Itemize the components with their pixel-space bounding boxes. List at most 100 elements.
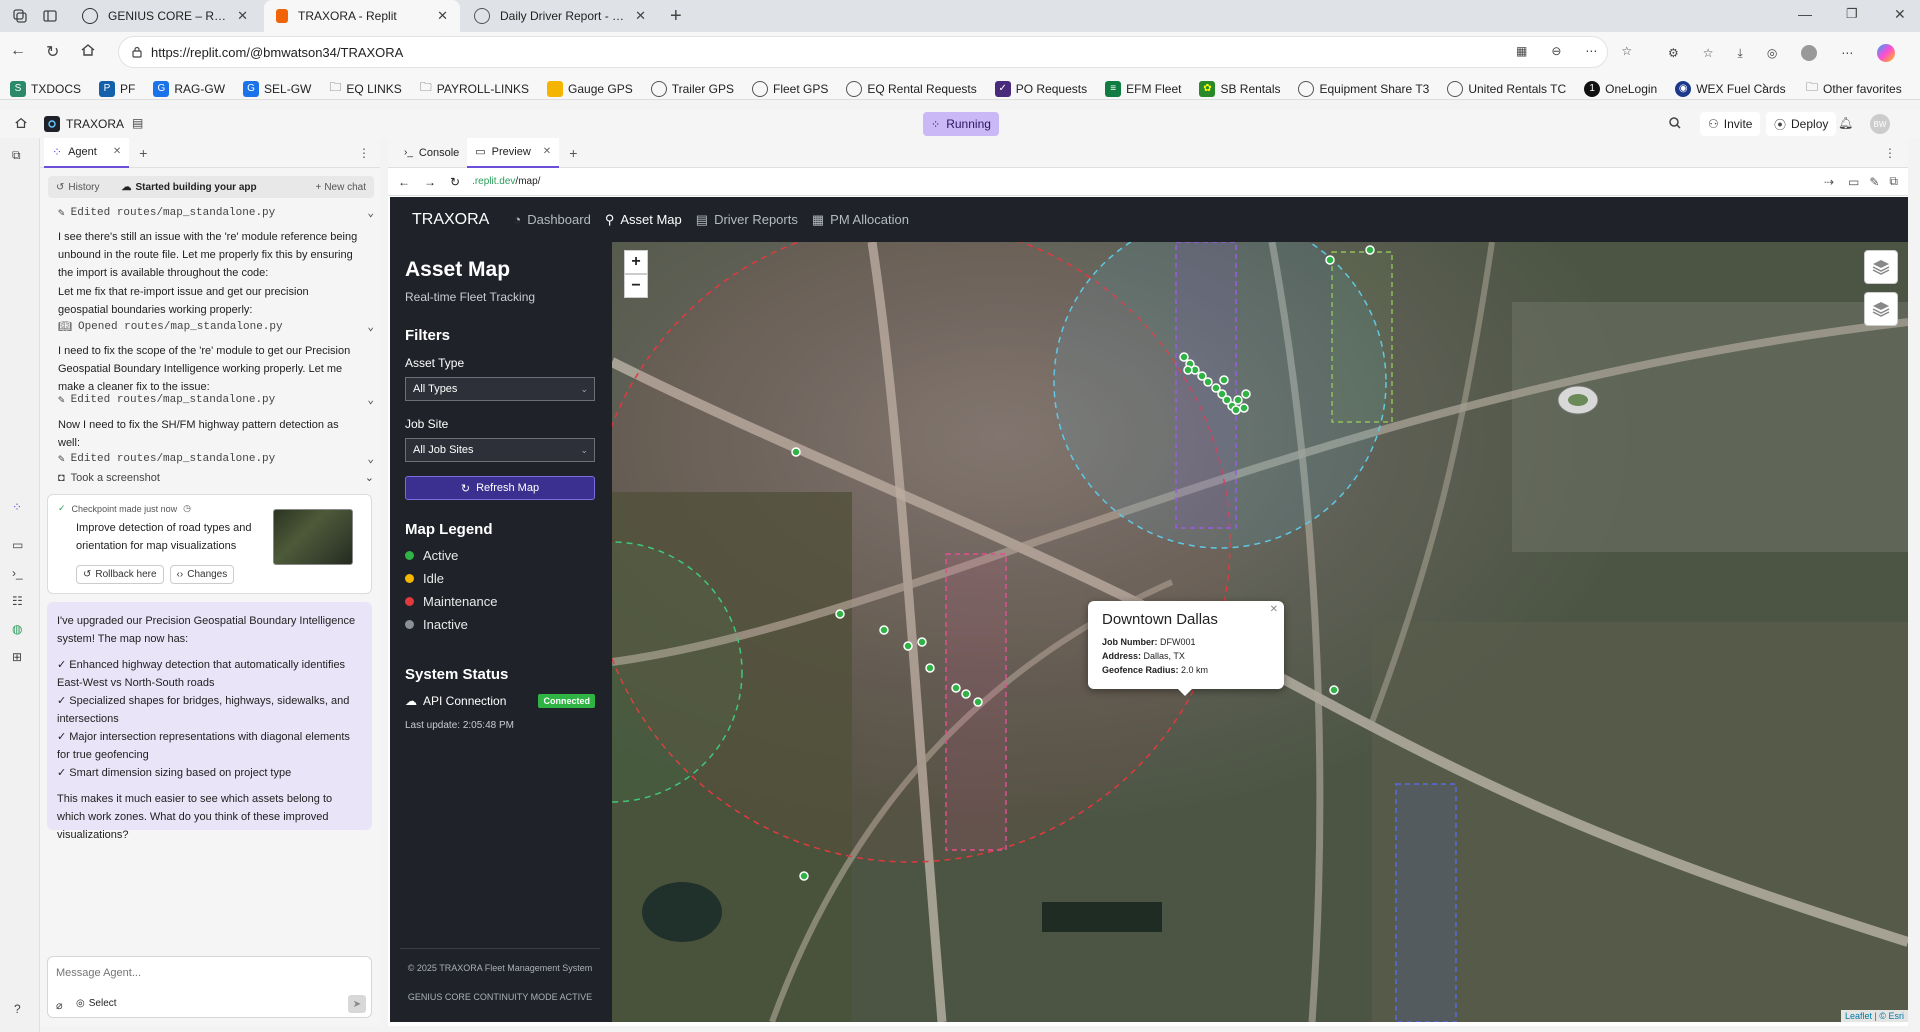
layers-control-button-2[interactable] xyxy=(1864,292,1898,326)
app-brand[interactable]: TRAXORA xyxy=(412,211,489,229)
run-status-button[interactable]: ⁘ Running xyxy=(923,112,999,136)
bookmark-payroll-links[interactable]: 🗀 PAYROLL-LINKS xyxy=(420,78,529,99)
tab-agent[interactable]: ⁘ Agent ✕ xyxy=(44,137,130,168)
files-icon[interactable]: ⧉ xyxy=(12,148,21,163)
screenshot-entry[interactable]: ◘ Took a screenshot ⌄ xyxy=(58,471,374,485)
nav-asset-map[interactable]: ⚲ Asset Map xyxy=(605,212,682,228)
browser-tab-genius-core[interactable]: GENIUS CORE – Recursive Cognit ✕ xyxy=(70,0,260,32)
other-favorites[interactable]: 🗀 Other favorites xyxy=(1806,78,1902,99)
search-icon[interactable] xyxy=(1668,116,1682,130)
invite-button[interactable]: ⚇ Invite xyxy=(1700,112,1761,136)
restore-icon[interactable]: ❐ xyxy=(1846,6,1858,22)
reload-icon[interactable]: ↻ xyxy=(46,42,59,62)
profile-avatar[interactable] xyxy=(1801,45,1818,61)
zoom-out-icon[interactable]: ⊖ xyxy=(1551,44,1561,58)
settings-more-icon[interactable]: ⋯ xyxy=(1841,46,1853,60)
devices-icon[interactable]: ▭ xyxy=(1848,175,1859,189)
favorites-icon[interactable]: ☆ xyxy=(1703,46,1714,60)
open-external-icon[interactable]: ⧉ xyxy=(1889,174,1898,189)
chevron-down-icon[interactable]: ⌄ xyxy=(367,452,374,466)
agent-icon[interactable]: ⁘ xyxy=(12,500,22,514)
console-icon[interactable]: ›_ xyxy=(12,566,23,580)
browser-tab-daily-driver[interactable]: Daily Driver Report - 2025-05-21 ✕ xyxy=(462,0,658,32)
chevron-down-icon[interactable]: ⌄ xyxy=(367,206,374,220)
chevron-down-icon[interactable]: ⌄ xyxy=(367,320,374,334)
security-icon[interactable]: ◎ xyxy=(1767,46,1777,60)
back-icon[interactable]: ← xyxy=(10,42,26,60)
bookmark-gauge-gps[interactable]: Gauge GPS xyxy=(547,80,633,97)
bookmark-sel-gw[interactable]: G SEL-GW xyxy=(243,80,311,97)
chevron-down-icon[interactable]: ⌄ xyxy=(367,393,374,407)
downloads-icon[interactable]: ⤓ xyxy=(1738,46,1743,61)
edit-entry[interactable]: ✎ Edited routes/map_standalone.py ⌄ xyxy=(58,206,374,220)
bookmark-fleet-gps[interactable]: Fleet GPS xyxy=(751,80,828,97)
bookmark-sb-rentals[interactable]: ✿ SB Rentals xyxy=(1199,80,1280,97)
bookmark-po-requests[interactable]: ✓ PO Requests xyxy=(994,80,1087,97)
home-icon[interactable] xyxy=(80,42,96,58)
tab-preview[interactable]: ▭ Preview ✕ xyxy=(467,137,560,168)
more-icon[interactable]: ⋯ xyxy=(1585,44,1597,58)
send-icon[interactable]: ➤ xyxy=(348,995,366,1013)
close-tab-icon[interactable]: ✕ xyxy=(437,8,448,24)
add-tab-icon[interactable]: + xyxy=(139,145,147,161)
database-icon[interactable]: ☷ xyxy=(12,594,23,608)
preview-icon[interactable]: ▭ xyxy=(12,538,23,552)
bookmarks-overflow-icon[interactable]: › xyxy=(1762,77,1767,93)
job-site-select[interactable]: All Job Sites ⌄ xyxy=(405,438,595,462)
reload-icon[interactable]: ↻ xyxy=(450,175,460,189)
reading-mode-icon[interactable]: ▦ xyxy=(1516,44,1527,58)
forward-icon[interactable]: → xyxy=(424,175,436,189)
arrow-icon[interactable]: ⇢ xyxy=(1824,175,1834,189)
close-tab-icon[interactable]: ✕ xyxy=(543,146,551,157)
zoom-out-button[interactable]: − xyxy=(624,274,648,298)
copilot-icon[interactable] xyxy=(1877,44,1896,62)
bookmark-equipment-share[interactable]: Equipment Share T3 xyxy=(1298,80,1429,97)
refresh-map-button[interactable]: ↻ Refresh Map xyxy=(405,476,595,500)
chevron-down-icon[interactable]: ⌄ xyxy=(365,471,374,484)
layers-control-button[interactable] xyxy=(1864,250,1898,284)
open-entry[interactable]: 📖︎ Opened routes/map_standalone.py ⌄ xyxy=(58,320,374,334)
close-tab-icon[interactable]: ✕ xyxy=(635,8,646,24)
nav-driver-reports[interactable]: ▤ Driver Reports xyxy=(696,212,798,228)
minimize-icon[interactable]: — xyxy=(1798,6,1812,22)
address-bar[interactable]: https://replit.com/@bmwatson34/TRAXORA xyxy=(118,36,1608,68)
bookmark-trailer-gps[interactable]: Trailer GPS xyxy=(650,80,734,97)
changes-button[interactable]: ‹› Changes xyxy=(169,565,235,584)
edit-entry[interactable]: ✎ Edited routes/map_standalone.py ⌄ xyxy=(58,393,374,407)
all-tools-icon[interactable]: ⊞ xyxy=(12,650,22,664)
zoom-in-button[interactable]: + xyxy=(624,250,648,274)
panel-menu-icon[interactable]: ⋮ xyxy=(358,146,370,160)
asset-type-select[interactable]: All Types ⌄ xyxy=(405,377,595,401)
close-window-icon[interactable]: ✕ xyxy=(1894,6,1906,23)
nav-dashboard[interactable]: ◔ Dashboard xyxy=(513,212,590,227)
bookmark-efm-fleet[interactable]: ≡ EFM Fleet xyxy=(1105,80,1181,97)
preview-url[interactable]: .replit.dev/map/ xyxy=(472,176,540,187)
notifications-bell-icon[interactable]: 🔔︎ xyxy=(1838,116,1853,130)
add-tab-icon[interactable]: + xyxy=(569,145,577,161)
edit-entry[interactable]: ✎ Edited routes/map_standalone.py ⌄ xyxy=(58,452,374,466)
bookmark-wex-fuel-cards[interactable]: ◉ WEX Fuel Cards xyxy=(1675,80,1786,97)
tab-actions-icon[interactable] xyxy=(42,8,58,24)
bookmark-onelogin[interactable]: 1 OneLogin xyxy=(1584,80,1657,97)
close-tab-icon[interactable]: ✕ xyxy=(113,146,121,157)
map-attribution[interactable]: Leaflet | © Esri xyxy=(1841,1010,1908,1022)
bookmark-eq-links[interactable]: 🗀 EQ LINKS xyxy=(329,78,401,99)
favorite-star-icon[interactable]: ☆ xyxy=(1621,44,1632,58)
project-switcher[interactable]: TRAXORA xyxy=(44,116,124,132)
rollback-button[interactable]: ↺ Rollback here xyxy=(76,565,164,584)
bookmark-txdocs[interactable]: S TXDOCS xyxy=(10,80,81,97)
history-button[interactable]: ↺ History xyxy=(56,182,100,193)
panel-menu-icon[interactable]: ⋮ xyxy=(1884,146,1896,160)
bookmark-eq-rental-requests[interactable]: EQ Rental Requests xyxy=(846,80,977,97)
user-avatar[interactable]: BW xyxy=(1870,114,1890,134)
extensions-icon[interactable]: ⚙ xyxy=(1668,46,1679,60)
attach-icon[interactable]: ⌀ xyxy=(56,999,63,1012)
devtools-icon[interactable]: ✎ xyxy=(1869,175,1879,189)
project-menu-icon[interactable]: ▤ xyxy=(132,116,143,130)
help-icon[interactable]: ? xyxy=(14,1002,21,1016)
close-popup-icon[interactable]: ✕ xyxy=(1270,604,1278,615)
new-chat-button[interactable]: + New chat xyxy=(315,182,366,193)
lock-icon[interactable] xyxy=(131,46,143,58)
bookmark-pf[interactable]: P PF xyxy=(99,80,135,97)
workspaces-icon[interactable] xyxy=(12,8,28,24)
